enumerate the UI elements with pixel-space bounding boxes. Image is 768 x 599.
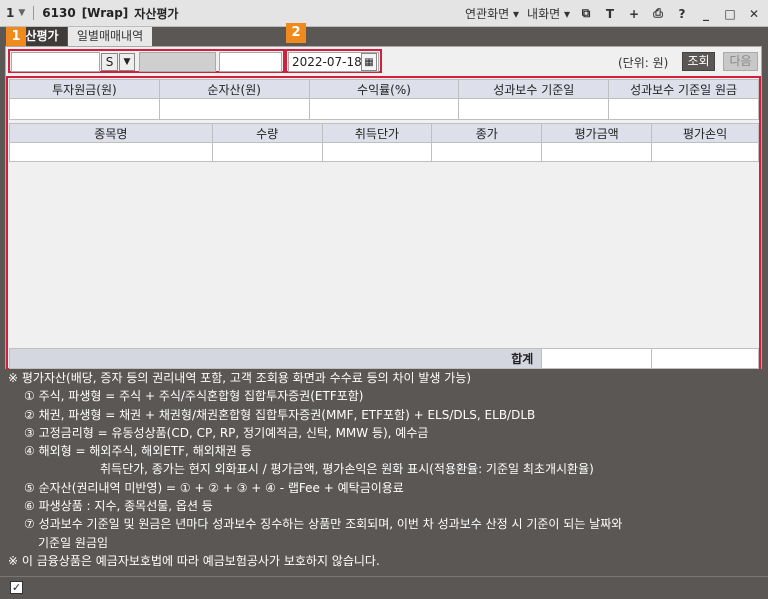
next-button[interactable]: 다음 (723, 52, 758, 71)
badge-2: 2 (286, 23, 306, 43)
password-input[interactable] (219, 52, 282, 72)
account-number-input[interactable] (11, 52, 100, 72)
note-line: ② 채권, 파생형 = 채권 + 채권형/채권혼합형 집합투자증권(MMF, E… (24, 407, 536, 422)
total-profit-loss (651, 348, 759, 369)
status-checkbox[interactable]: ✓ (10, 581, 23, 594)
note-line: ① 주식, 파생형 = 주식 + 주식/주식혼합형 집합투자증권(ETF포함) (24, 389, 364, 404)
status-bar: ✓ (0, 576, 768, 599)
header-quantity: 수량 (211, 123, 323, 143)
note-line: ④ 해외형 = 해외주식, 해외ETF, 해외채권 등 (24, 444, 252, 459)
value-fee-base-principal (608, 98, 759, 120)
screen-code: 6130 (42, 6, 76, 20)
wrap-tag: [Wrap] (81, 6, 129, 20)
notes-section: ※ 평가자산(배당, 증자 등의 권리내역 포함, 고객 조회용 화면과 수수료… (8, 369, 758, 570)
related-screen-menu[interactable]: 연관화면 ▾ (465, 5, 519, 22)
header-fee-base-date: 성과보수 기준일 (458, 79, 610, 99)
note-line: ※ 이 금융상품은 예금자보호법에 따라 예금보험공사가 보호하지 않습니다. (8, 553, 380, 568)
cell (431, 142, 543, 162)
tab-bar: 자산평가 일별매매내역 1 (0, 27, 768, 47)
value-fee-base-date (458, 98, 610, 120)
note-line: 기준일 원금임 (38, 535, 109, 550)
date-value: 2022-07-18 (292, 55, 362, 69)
title-bar: 1 ▼ 6130 [Wrap] 자산평가 연관화면 ▾ 내화면 ▾ ⧉ T + … (0, 0, 768, 27)
header-acquisition-price: 취득단가 (321, 123, 433, 143)
value-return (308, 98, 460, 120)
my-screen-menu[interactable]: 내화면 ▾ (527, 5, 570, 22)
header-close-price: 종가 (431, 123, 543, 143)
window-title: 자산평가 (134, 6, 179, 21)
note-line: ③ 고정금리형 = 유동성상품(CD, CP, RP, 정기예적금, 신탁, M… (24, 425, 429, 440)
header-profit-loss: 평가손익 (651, 123, 759, 143)
total-valuation (541, 348, 653, 369)
help-icon[interactable]: ? (674, 7, 690, 21)
cell (321, 142, 433, 162)
window-number[interactable]: 1 (6, 6, 14, 20)
holdings-table: 종목명 수량 취득단가 종가 평가금액 평가손익 (9, 123, 759, 162)
close-icon[interactable]: ✕ (746, 7, 762, 21)
tab-daily-trades[interactable]: 일별매매내역 (68, 27, 152, 46)
add-icon[interactable]: + (626, 7, 642, 21)
total-table: 합계 (8, 348, 759, 369)
header-item-name: 종목명 (9, 123, 213, 143)
value-net-asset (158, 98, 310, 120)
divider (33, 6, 35, 20)
header-principal: 투자원금(원) (9, 79, 160, 99)
cell (651, 142, 759, 162)
account-name-field (139, 52, 216, 72)
cell (541, 142, 653, 162)
holdings-empty-row[interactable] (9, 142, 759, 162)
note-line: ※ 평가자산(배당, 증자 등의 권리내역 포함, 고객 조회용 화면과 수수료… (8, 371, 472, 385)
badge-1: 1 (6, 27, 26, 47)
checkmark-icon: ✓ (11, 581, 22, 594)
header-fee-base-principal: 성과보수 기준일 원금 (608, 79, 759, 99)
note-line: ⑦ 성과보수 기준일 및 원금은 년마다 성과보수 징수하는 상품만 조회되며,… (24, 517, 623, 532)
summary-value-row (9, 98, 759, 120)
header-net-asset: 순자산(원) (158, 79, 310, 99)
summary-header-row: 투자원금(원) 순자산(원) 수익률(%) 성과보수 기준일 성과보수 기준일 … (9, 79, 759, 99)
unit-label: (단위: 원) (618, 56, 669, 70)
search-button[interactable]: 조회 (682, 52, 715, 71)
cell (211, 142, 323, 162)
title-bar-actions: 연관화면 ▾ 내화면 ▾ ⧉ T + ⎙ ? _ □ ✕ (465, 0, 762, 27)
print-icon[interactable]: ⎙ (650, 6, 666, 21)
account-type-button[interactable]: S (101, 53, 118, 71)
holdings-empty-area (9, 162, 759, 348)
maximize-icon[interactable]: □ (722, 7, 738, 21)
header-valuation: 평가금액 (541, 123, 653, 143)
account-dropdown-icon[interactable]: ▼ (119, 53, 135, 71)
total-row: 합계 (8, 348, 759, 369)
minimize-icon[interactable]: _ (698, 7, 714, 21)
note-line: ⑥ 파생상품 : 지수, 종목선물, 옵션 등 (24, 499, 213, 514)
text-size-icon[interactable]: T (602, 7, 618, 21)
note-line: 취득단가, 종가는 현지 외화표시 / 평가금액, 평가손익은 원화 표시(적용… (100, 462, 594, 477)
screen-link-icon[interactable]: ⧉ (578, 6, 594, 21)
holdings-header-row: 종목명 수량 취득단가 종가 평가금액 평가손익 (9, 123, 759, 143)
value-principal (9, 98, 160, 120)
calendar-icon[interactable]: ▦ (361, 53, 377, 71)
cell (9, 142, 213, 162)
note-line: ⑤ 순자산(권리내역 미반영) = ① + ② + ③ + ④ - 랩Fee +… (24, 480, 404, 495)
window-number-dropdown-icon[interactable]: ▼ (18, 8, 25, 18)
header-return: 수익률(%) (308, 79, 460, 99)
total-label: 합계 (8, 348, 543, 369)
summary-table: 투자원금(원) 순자산(원) 수익률(%) 성과보수 기준일 성과보수 기준일 … (9, 79, 759, 120)
